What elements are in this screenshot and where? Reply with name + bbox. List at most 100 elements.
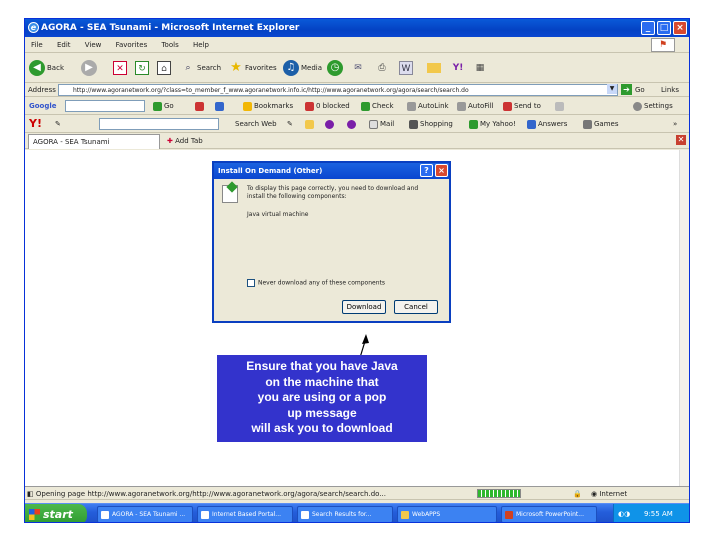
google-pagerank-button[interactable]: [215, 97, 226, 115]
windows-flag-icon: [29, 509, 40, 520]
toolbar-overflow-icon[interactable]: »: [673, 115, 677, 133]
checkbox-box[interactable]: [247, 279, 255, 287]
globe-icon: ◉: [591, 490, 598, 498]
menu-view[interactable]: View: [85, 41, 102, 49]
home-icon: ⌂: [157, 61, 171, 75]
internet-zone: ◉ Internet: [591, 487, 627, 501]
refresh-button[interactable]: ↻: [135, 59, 151, 77]
tab-agora[interactable]: AGORA - SEA Tsunami: [28, 134, 160, 149]
address-dropdown-icon[interactable]: ▼: [607, 84, 617, 94]
menu-bar: File Edit View Favorites Tools Help ⚑: [25, 37, 689, 53]
games-button[interactable]: Games: [583, 115, 619, 133]
search-web-label: Search Web: [235, 120, 277, 128]
mail-button[interactable]: ✉: [351, 59, 367, 77]
back-button[interactable]: ◀ Back: [29, 59, 64, 77]
menu-help[interactable]: Help: [193, 41, 209, 49]
cancel-button[interactable]: Cancel: [394, 300, 438, 314]
research-button[interactable]: ▦: [473, 59, 489, 77]
ie-task-icon: [301, 511, 309, 519]
minimize-button[interactable]: _: [641, 21, 655, 35]
menu-file[interactable]: File: [31, 41, 43, 49]
menu-edit[interactable]: Edit: [57, 41, 71, 49]
ie-task-icon: [201, 511, 209, 519]
home-button[interactable]: ⌂: [157, 59, 173, 77]
links-button[interactable]: Links: [661, 83, 679, 97]
go-button[interactable]: Go: [635, 83, 645, 97]
status-bar: ◧ Opening page http://www.agoranetwork.o…: [25, 486, 689, 500]
my-yahoo-icon: [469, 119, 478, 129]
menu-favorites[interactable]: Favorites: [116, 41, 148, 49]
folder-button[interactable]: [427, 59, 443, 77]
task-label: Internet Based Portal...: [212, 511, 282, 518]
status-message: Opening page http://www.agoranetwork.org…: [35, 490, 386, 498]
never-download-checkbox[interactable]: Never download any of these components: [247, 279, 385, 287]
word-icon: W: [399, 61, 413, 75]
title-bar[interactable]: e AGORA - SEA Tsunami - Microsoft Intern…: [25, 19, 689, 37]
google-go-button[interactable]: Go: [153, 97, 174, 115]
add-tab-button[interactable]: ✚ Add Tab: [163, 134, 203, 149]
yahoo-mail-button[interactable]: Mail: [369, 115, 394, 133]
edit-button[interactable]: W: [399, 59, 415, 77]
page-loading-icon: ◧: [27, 490, 34, 498]
address-input[interactable]: http://www.agoranetwork.org/?class=to_me…: [58, 84, 618, 96]
spell-check-button[interactable]: Check: [361, 97, 394, 115]
pen-icon: [555, 101, 564, 111]
google-search-input[interactable]: [65, 100, 145, 112]
yahoo-toolbar-icon[interactable]: [305, 115, 316, 133]
standard-toolbar: ◀ Back ▶ ✕ ↻ ⌂ ⌕ Search ★ Favorites ♫ Media …: [25, 53, 689, 83]
yahoo-pencil-icon[interactable]: ✎: [287, 115, 293, 133]
autofill-button[interactable]: AutoFill: [457, 97, 494, 115]
start-label: start: [43, 508, 73, 521]
google-news-button[interactable]: [195, 97, 206, 115]
yahoo-shopping-button[interactable]: Shopping: [409, 115, 453, 133]
yahoo-pen-icon[interactable]: ✎: [55, 115, 61, 133]
search-web-button[interactable]: Search Web: [235, 115, 277, 133]
menu-tools[interactable]: Tools: [161, 41, 178, 49]
bookmarks-button[interactable]: Bookmarks: [243, 97, 293, 115]
task-webapps[interactable]: WebAPPS: [397, 506, 497, 522]
send-to-button[interactable]: Send to: [503, 97, 541, 115]
printer-icon: ⎙: [378, 63, 386, 73]
dialog-close-button[interactable]: ×: [435, 164, 448, 177]
task-powerpoint[interactable]: Microsoft PowerPoint...: [501, 506, 597, 522]
answers-button[interactable]: Answers: [527, 115, 567, 133]
yahoo-messenger-icon[interactable]: [347, 115, 358, 133]
favorites-button[interactable]: ★ Favorites: [229, 59, 276, 77]
print-button[interactable]: ⎙: [375, 59, 391, 77]
tray-icons[interactable]: ◐◑: [618, 504, 630, 522]
vertical-scrollbar[interactable]: [679, 150, 689, 486]
google-settings-button[interactable]: Settings: [633, 97, 673, 115]
close-button[interactable]: ×: [673, 21, 687, 35]
forward-button[interactable]: ▶: [81, 59, 99, 77]
search-button[interactable]: ⌕ Search: [181, 59, 221, 77]
media-icon: ♫: [283, 60, 299, 76]
task-portal[interactable]: Internet Based Portal...: [197, 506, 293, 522]
dialog-title-bar[interactable]: Install On Demand (Other) ? ×: [214, 163, 449, 179]
yahoo-360-icon-shape: [325, 119, 334, 129]
yahoo-search-input[interactable]: [99, 118, 219, 130]
tab-close-icon[interactable]: ✕: [676, 135, 686, 145]
autofill-icon: [457, 101, 466, 111]
yahoo-360-icon[interactable]: [325, 115, 336, 133]
history-button[interactable]: ◷: [327, 59, 345, 77]
autolink-button[interactable]: AutoLink: [407, 97, 449, 115]
task-label: AGORA - SEA Tsunami ...: [112, 511, 186, 518]
download-button[interactable]: Download: [342, 300, 386, 314]
task-search[interactable]: Search Results for...: [297, 506, 393, 522]
toolbar-icon: [305, 119, 314, 129]
popup-blocked-icon: [305, 101, 314, 111]
my-yahoo-button[interactable]: My Yahoo!: [469, 115, 516, 133]
dialog-help-button[interactable]: ?: [420, 164, 433, 177]
maximize-button[interactable]: □: [657, 21, 671, 35]
highlight-button[interactable]: [555, 97, 566, 115]
start-button[interactable]: start: [25, 504, 87, 522]
yahoo-toolbar: Y! ✎ Search Web ✎ Mail Shopping My Yahoo…: [25, 115, 689, 133]
go-arrow-icon[interactable]: ➔: [621, 84, 632, 95]
yahoo-button[interactable]: Y!: [451, 59, 467, 77]
media-button[interactable]: ♫ Media: [283, 59, 322, 77]
folder-icon: [427, 63, 441, 73]
task-agora[interactable]: AGORA - SEA Tsunami ...: [97, 506, 193, 522]
popup-blocker-button[interactable]: 0 blocked: [305, 97, 350, 115]
checkbox-label: Never download any of these components: [258, 279, 385, 287]
stop-button[interactable]: ✕: [113, 59, 129, 77]
